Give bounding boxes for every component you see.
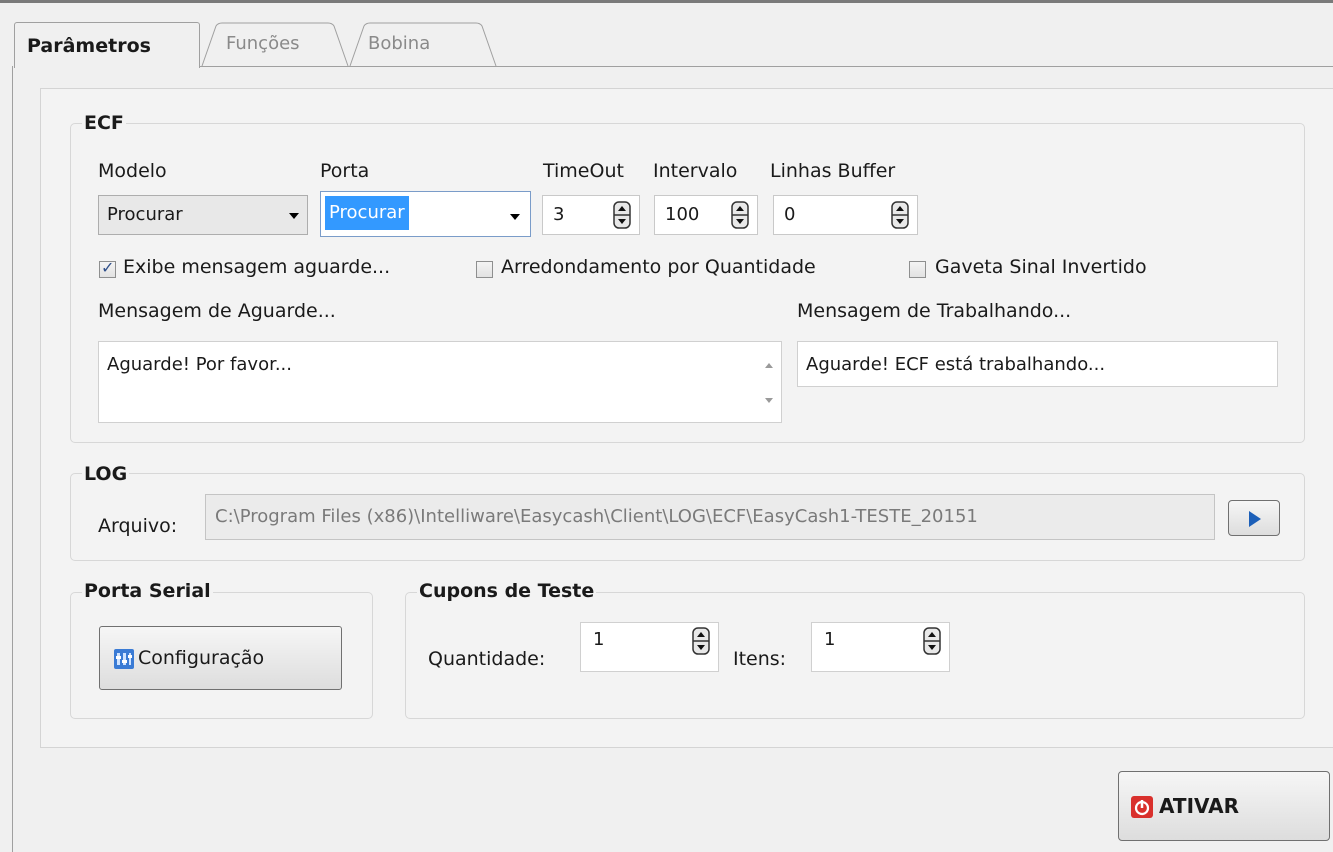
porta-label: Porta <box>320 160 370 182</box>
msg-aguarde-value: Aguarde! Por favor... <box>107 354 292 375</box>
quantidade-label: Quantidade: <box>428 648 546 670</box>
msg-trabalhando-input[interactable]: Aguarde! ECF está trabalhando... <box>797 341 1278 387</box>
linhas-buffer-value: 0 <box>784 204 796 225</box>
msg-aguarde-label: Mensagem de Aguarde... <box>98 300 336 322</box>
timeout-spinner[interactable]: 3 <box>542 195 640 235</box>
tab-funcoes-label: Funções <box>226 33 300 54</box>
quantidade-spinner[interactable]: 1 <box>580 622 719 672</box>
linhas-buffer-label: Linhas Buffer <box>770 160 896 182</box>
spin-updown-icon[interactable] <box>923 627 941 655</box>
browse-log-button[interactable] <box>1228 500 1280 536</box>
linhas-buffer-spinner[interactable]: 0 <box>773 195 918 235</box>
timeout-value: 3 <box>553 204 565 225</box>
arquivo-label: Arquivo: <box>98 515 178 537</box>
play-arrow-icon <box>1249 511 1261 527</box>
configuracao-label: Configuração <box>138 647 265 669</box>
chevron-down-icon <box>289 213 299 219</box>
itens-spinner[interactable]: 1 <box>811 622 950 672</box>
chevron-down-icon <box>510 214 520 220</box>
porta-serial-title: Porta Serial <box>82 580 213 602</box>
left-edge <box>12 66 13 852</box>
msg-trabalhando-label: Mensagem de Trabalhando... <box>797 300 1072 322</box>
tab-bobina-label: Bobina <box>368 33 431 54</box>
modelo-combo[interactable]: Procurar <box>98 195 308 235</box>
gaveta-label[interactable]: Gaveta Sinal Invertido <box>935 256 1147 278</box>
itens-label: Itens: <box>733 648 787 670</box>
ecf-group-title: ECF <box>82 112 126 134</box>
porta-combo[interactable]: Procurar <box>320 191 531 237</box>
tab-funcoes[interactable]: Funções <box>200 22 350 67</box>
msg-trabalhando-value: Aguarde! ECF está trabalhando... <box>806 354 1106 375</box>
modelo-value: Procurar <box>107 204 183 225</box>
ativar-label: ATIVAR <box>1159 794 1240 818</box>
modelo-label: Modelo <box>98 160 167 182</box>
arquivo-path-value: C:\Program Files (x86)\Intelliware\Easyc… <box>215 506 978 527</box>
intervalo-label: Intervalo <box>653 160 738 182</box>
scrollbar[interactable] <box>757 342 781 422</box>
gaveta-checkbox[interactable] <box>909 261 926 278</box>
timeout-label: TimeOut <box>543 160 624 182</box>
scroll-arrows-icon <box>765 363 773 403</box>
spin-updown-icon[interactable] <box>731 201 749 229</box>
window-top-border <box>0 0 1333 3</box>
spin-updown-icon[interactable] <box>613 201 631 229</box>
arredondamento-label[interactable]: Arredondamento por Quantidade <box>501 256 816 278</box>
itens-value: 1 <box>824 629 836 650</box>
msg-aguarde-textarea[interactable]: Aguarde! Por favor... <box>98 341 782 423</box>
exibe-mensagem-checkbox[interactable] <box>99 258 116 278</box>
intervalo-spinner[interactable]: 100 <box>654 195 758 235</box>
power-icon <box>1131 796 1153 818</box>
config-icon <box>114 649 134 669</box>
spin-updown-icon[interactable] <box>891 201 909 229</box>
cupons-title: Cupons de Teste <box>417 580 597 602</box>
configuracao-button[interactable]: Configuração <box>99 626 342 690</box>
exibe-mensagem-label[interactable]: Exibe mensagem aguarde... <box>123 256 390 278</box>
ativar-button[interactable]: ATIVAR <box>1118 771 1330 841</box>
spin-updown-icon[interactable] <box>692 627 710 655</box>
arredondamento-checkbox[interactable] <box>476 261 493 278</box>
tab-bobina[interactable]: Bobina <box>348 22 498 67</box>
quantidade-value: 1 <box>593 629 605 650</box>
arquivo-path-input[interactable]: C:\Program Files (x86)\Intelliware\Easyc… <box>205 494 1215 540</box>
log-group-title: LOG <box>82 463 130 485</box>
porta-value: Procurar <box>325 196 409 230</box>
intervalo-value: 100 <box>665 204 700 225</box>
tab-parametros[interactable]: Parâmetros <box>14 22 200 68</box>
